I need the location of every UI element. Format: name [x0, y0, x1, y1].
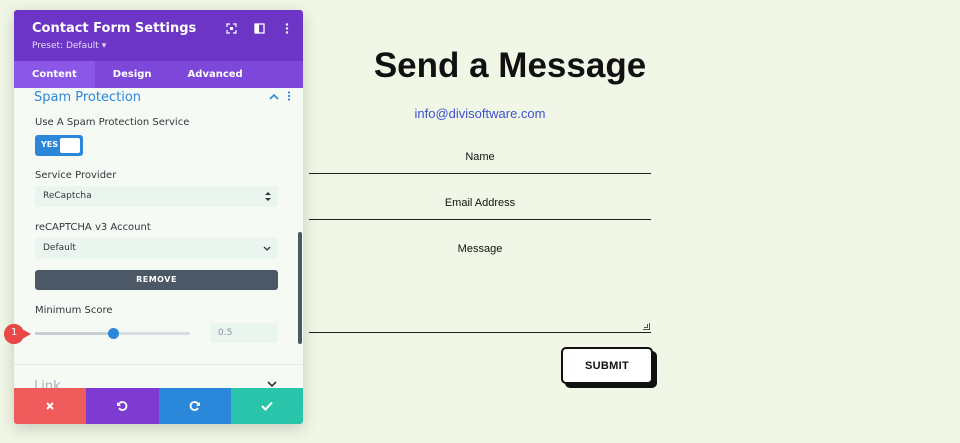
more-options-icon[interactable]	[281, 22, 293, 34]
panel-tabs: Content Design Advanced	[14, 61, 303, 88]
page-title: Send a Message	[373, 46, 647, 85]
minimum-score-input[interactable]: 0.5	[210, 323, 278, 343]
remove-account-button[interactable]: REMOVE	[35, 270, 278, 290]
minimum-score-label: Minimum Score	[35, 305, 113, 316]
section-divider	[14, 364, 303, 365]
resize-handle-icon[interactable]	[643, 323, 650, 330]
slider-thumb[interactable]	[107, 328, 119, 339]
check-icon	[261, 401, 273, 411]
section-more-icon[interactable]	[287, 91, 291, 104]
sidebar-toggle-icon[interactable]	[253, 22, 265, 34]
minimum-score-slider[interactable]	[35, 328, 190, 339]
toggle-knob	[60, 138, 80, 153]
section-title-spam-protection[interactable]: Spam Protection	[34, 90, 141, 105]
panel-scrollbar[interactable]	[298, 232, 302, 344]
email-link[interactable]: info@divisoftware.com	[310, 106, 650, 121]
service-provider-select[interactable]: ReCaptcha	[35, 186, 278, 207]
tab-design[interactable]: Design	[95, 61, 170, 88]
toggle-state-text: YES	[41, 140, 59, 149]
spam-protection-toggle[interactable]: YES	[35, 135, 83, 156]
slider-fill	[35, 332, 113, 335]
panel-title: Contact Form Settings	[32, 21, 197, 36]
step-marker: 1	[2, 322, 32, 346]
fullscreen-icon[interactable]	[225, 22, 237, 34]
redo-icon	[189, 401, 200, 411]
undo-icon	[117, 401, 128, 411]
panel-footer	[14, 388, 303, 424]
chevron-up-icon[interactable]	[269, 91, 279, 104]
submit-button[interactable]: SUBMIT	[561, 347, 653, 384]
chevron-down-icon	[263, 238, 271, 267]
service-provider-label: Service Provider	[35, 170, 117, 181]
recaptcha-account-label: reCAPTCHA v3 Account	[35, 222, 151, 233]
panel-body: Spam Protection Use A Spam Protection Se…	[14, 88, 303, 394]
recaptcha-account-select[interactable]: Default	[35, 238, 278, 259]
discard-button[interactable]	[14, 388, 87, 424]
recaptcha-account-value: Default	[43, 243, 76, 253]
email-field[interactable]: Email Address	[309, 191, 651, 220]
undo-button[interactable]	[86, 388, 159, 424]
step-marker-number: 1	[11, 327, 18, 338]
redo-button[interactable]	[158, 388, 231, 424]
settings-panel: Contact Form Settings Preset: Default ▾ …	[14, 10, 303, 424]
preset-dropdown[interactable]: Preset: Default ▾	[32, 41, 106, 51]
name-field-label: Name	[465, 151, 495, 163]
name-field[interactable]: Name	[309, 145, 651, 174]
message-field-label: Message	[457, 243, 503, 255]
service-provider-value: ReCaptcha	[43, 191, 92, 201]
panel-header: Contact Form Settings Preset: Default ▾	[14, 10, 303, 61]
spam-protection-label: Use A Spam Protection Service	[35, 117, 190, 128]
email-field-label: Email Address	[444, 197, 516, 209]
tab-advanced[interactable]: Advanced	[170, 61, 261, 88]
message-field[interactable]: Message	[309, 237, 651, 333]
close-icon	[46, 402, 54, 410]
updown-arrows-icon	[265, 186, 271, 215]
save-button[interactable]	[230, 388, 303, 424]
tab-content[interactable]: Content	[14, 61, 95, 88]
